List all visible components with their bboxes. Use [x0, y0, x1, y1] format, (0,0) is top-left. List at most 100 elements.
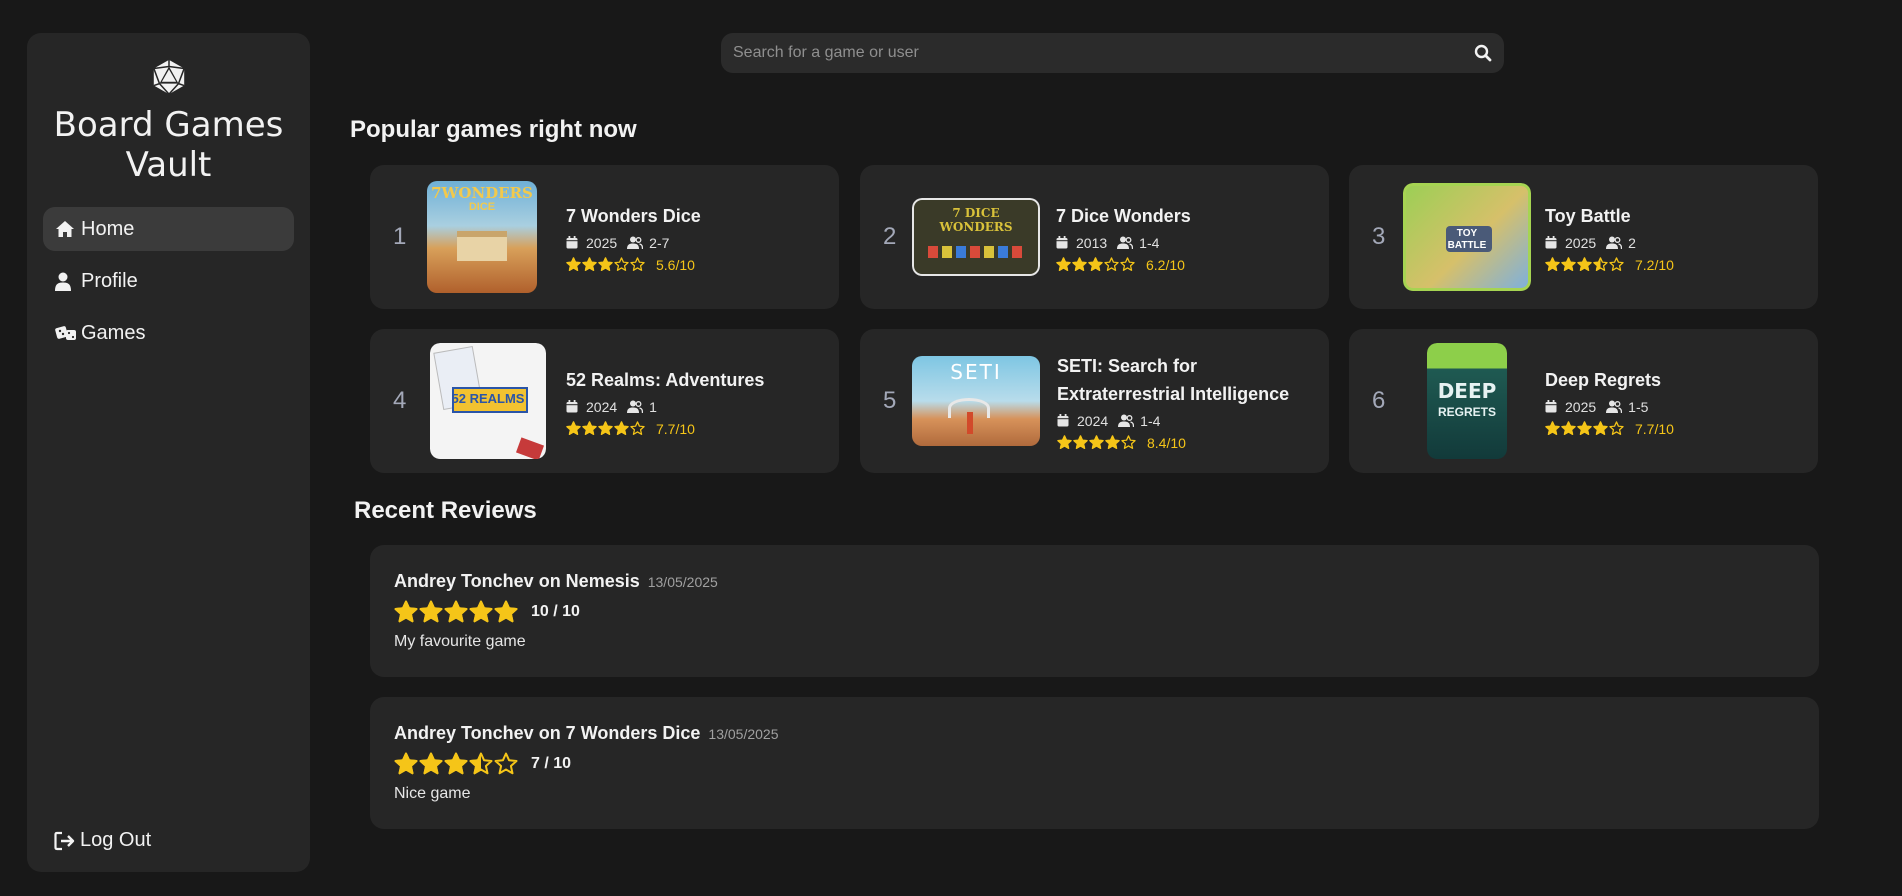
nav-item-label: Games — [81, 321, 146, 344]
game-players: 2 — [1628, 234, 1636, 251]
rating-value: 7.7/10 — [1635, 420, 1674, 437]
nav-item-label: Home — [81, 217, 135, 240]
game-cover-image: TOY BATTLE — [1403, 183, 1531, 291]
home-icon — [55, 219, 77, 239]
game-year: 2024 — [586, 398, 618, 415]
game-rating: 5.6/10 — [566, 257, 826, 273]
game-meta: 2024 1-4 — [1057, 413, 1317, 429]
game-info: Deep Regrets 2025 1-5 7.7/10 — [1545, 329, 1805, 473]
logout-label: Log Out — [80, 829, 152, 851]
review-author-game[interactable]: Andrey Tonchev on 7 Wonders Dice — [394, 723, 700, 744]
players-icon — [1118, 414, 1135, 428]
players-icon — [627, 400, 644, 414]
game-rating: 7.2/10 — [1545, 257, 1805, 273]
game-name: 7 Dice Wonders — [1056, 205, 1191, 226]
logout-icon — [54, 830, 78, 852]
game-rank: 3 — [1372, 223, 1386, 250]
app-title: Board Games Vault — [53, 105, 284, 185]
cover-subtitle: REGRETS — [1437, 405, 1496, 419]
calendar-icon — [1056, 235, 1070, 250]
review-text: My favourite game — [394, 633, 526, 650]
game-year: 2025 — [1565, 234, 1597, 251]
main-nav: Home Profile Games — [27, 207, 310, 355]
star-rating-icon — [394, 752, 519, 776]
game-players: 1-5 — [1628, 398, 1649, 415]
game-card[interactable]: 3 TOY BATTLE Toy Battle 2025 2 7.2/10 — [1349, 165, 1818, 309]
cover-subtitle: BATTLE — [1447, 240, 1487, 251]
game-rating: 7.7/10 — [566, 421, 826, 437]
sidebar: Board Games Vault Home Profile Games Log… — [27, 33, 310, 872]
game-cover-image: SETI — [912, 356, 1040, 446]
game-rating: 8.4/10 — [1057, 435, 1317, 451]
review-date: 13/05/2025 — [708, 726, 779, 742]
game-name: 52 Realms: Adventures — [566, 369, 765, 390]
nav-item-home[interactable]: Home — [43, 207, 294, 251]
game-cover-image: 7 DICE WONDERS — [912, 198, 1040, 276]
game-card[interactable]: 1 7WONDERS DICE 7 Wonders Dice 2025 2-7 — [370, 165, 839, 309]
review-rating: 7 / 10 — [394, 752, 1795, 776]
game-card[interactable]: 6 DEEP REGRETS Deep Regrets 2025 1-5 7.7… — [1349, 329, 1818, 473]
game-card[interactable]: 4 52 REALMS 52 Realms: Adventures 2024 1 — [370, 329, 839, 473]
logout-button[interactable]: Log Out — [54, 829, 151, 852]
review-score: 7 / 10 — [531, 755, 572, 772]
dice-icon — [55, 323, 77, 343]
rating-value: 7.7/10 — [656, 420, 695, 437]
game-meta: 2024 1 — [566, 399, 826, 415]
review-text: Nice game — [394, 785, 471, 802]
star-rating-icon — [1545, 421, 1625, 436]
cover-title: SETI — [950, 360, 1002, 384]
cover-subtitle: DICE — [468, 201, 496, 213]
star-rating-icon — [1056, 257, 1136, 272]
game-cover-image: DEEP REGRETS — [1427, 343, 1507, 459]
star-rating-icon — [1545, 257, 1625, 272]
game-name: Deep Regrets — [1545, 369, 1662, 390]
review-author-game[interactable]: Andrey Tonchev on Nemesis — [394, 571, 640, 592]
players-icon — [627, 236, 644, 250]
review-rating: 10 / 10 — [394, 600, 1795, 624]
game-cover-image: 52 REALMS — [430, 343, 546, 459]
search-input[interactable] — [733, 44, 1474, 62]
game-rank: 6 — [1372, 387, 1386, 414]
game-info: Toy Battle 2025 2 7.2/10 — [1545, 165, 1805, 309]
game-players: 2-7 — [649, 234, 670, 251]
rating-value: 8.4/10 — [1147, 434, 1186, 451]
game-year: 2013 — [1076, 234, 1108, 251]
star-rating-icon — [566, 421, 646, 436]
review-score: 10 / 10 — [531, 603, 580, 620]
star-rating-icon — [566, 257, 646, 272]
user-icon — [55, 271, 77, 291]
search-bar — [721, 33, 1504, 73]
calendar-icon — [566, 235, 580, 250]
calendar-icon — [1545, 235, 1559, 250]
nav-item-profile[interactable]: Profile — [43, 259, 294, 303]
nav-item-games[interactable]: Games — [43, 311, 294, 355]
cover-title: TOY — [1456, 228, 1478, 239]
game-rank: 5 — [883, 387, 897, 414]
game-card[interactable]: 2 7 DICE WONDERS 7 Dice Wonders 2013 1-4 — [860, 165, 1329, 309]
game-rank: 4 — [393, 387, 407, 414]
search-icon[interactable] — [1474, 44, 1492, 62]
game-info: SETI: Search for Extraterrestrial Intell… — [1057, 329, 1317, 473]
game-meta: 2025 2 — [1545, 235, 1805, 251]
game-card[interactable]: 5 SETI SETI: Search for Extraterrestrial… — [860, 329, 1329, 473]
game-name: SETI: Search for Extraterrestrial Intell… — [1057, 355, 1290, 404]
game-rating: 6.2/10 — [1056, 257, 1316, 273]
logo: Board Games Vault — [27, 33, 310, 185]
reviews-heading: Recent Reviews — [354, 497, 537, 524]
popular-heading: Popular games right now — [350, 116, 637, 143]
game-year: 2025 — [586, 234, 618, 251]
game-info: 52 Realms: Adventures 2024 1 7.7/10 — [566, 329, 826, 473]
players-icon — [1117, 236, 1134, 250]
game-rank: 1 — [393, 223, 407, 250]
game-info: 7 Dice Wonders 2013 1-4 6.2/10 — [1056, 165, 1316, 309]
cover-title: DEEP — [1437, 379, 1497, 403]
rating-value: 5.6/10 — [656, 256, 695, 273]
review-card: Andrey Tonchev on 7 Wonders Dice 13/05/2… — [370, 697, 1819, 829]
nav-item-label: Profile — [81, 269, 138, 292]
players-icon — [1606, 400, 1623, 414]
d20-logo-icon — [152, 59, 185, 95]
calendar-icon — [566, 399, 580, 414]
star-rating-icon — [394, 600, 519, 624]
game-rating: 7.7/10 — [1545, 421, 1805, 437]
rating-value: 6.2/10 — [1146, 256, 1185, 273]
